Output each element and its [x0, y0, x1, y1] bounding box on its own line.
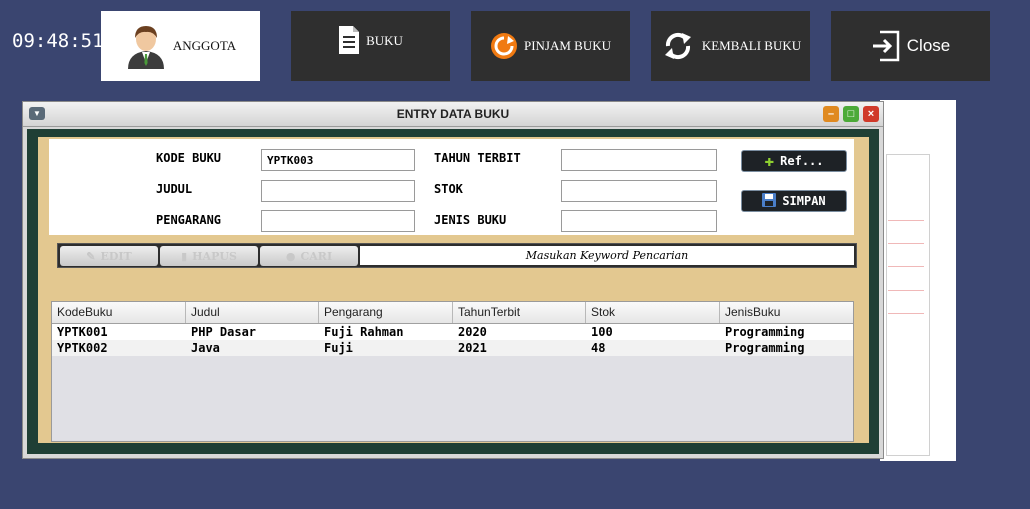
- kode-buku-label: KODE BUKU: [156, 151, 222, 165]
- cari-label: CARI: [300, 249, 333, 263]
- table-cell: Fuji Rahman: [324, 325, 404, 339]
- clock-display: 09:48:51: [12, 30, 104, 52]
- background-frame: [886, 154, 930, 456]
- pengarang-field[interactable]: [261, 210, 415, 232]
- window-titlebar[interactable]: ▼ ENTRY DATA BUKU – □ ×: [23, 102, 883, 127]
- pinjam-buku-button[interactable]: PINJAM BUKU: [471, 11, 630, 81]
- action-toolbar: ✎ EDIT ▮ HAPUS ● CARI Masukan Keyword Pe…: [57, 243, 857, 268]
- ref-label: Ref...: [780, 154, 824, 168]
- table-cell: YPTK002: [57, 341, 108, 355]
- window-close-icon[interactable]: ×: [863, 106, 879, 122]
- exit-door-icon: [871, 29, 901, 63]
- table-cell: 100: [591, 325, 613, 339]
- table-cell: Fuji: [324, 341, 353, 355]
- stok-label: STOK: [434, 182, 463, 196]
- background-line: [888, 220, 924, 221]
- buku-label: BUKU: [366, 33, 403, 48]
- plus-icon: ✚: [764, 151, 775, 170]
- window-title: ENTRY DATA BUKU: [396, 107, 510, 121]
- table-row[interactable]: YPTK001 PHP Dasar Fuji Rahman 2020 100 P…: [52, 324, 853, 340]
- pinjam-label: PINJAM BUKU: [523, 38, 612, 53]
- background-line: [888, 243, 924, 244]
- judul-field[interactable]: [261, 180, 415, 202]
- table-cell: PHP Dasar: [191, 325, 257, 339]
- table-cell: Programming: [725, 341, 805, 355]
- trash-icon: ▮: [181, 249, 188, 263]
- content-frame: KODE BUKU YPTK003 JUDUL PENGARANG TAHUN …: [27, 129, 879, 454]
- judul-label: JUDUL: [156, 182, 193, 196]
- pengarang-label: PENGARANG: [156, 213, 222, 227]
- table-cell: Java: [191, 341, 220, 355]
- anggota-label: ANGGOTA: [172, 38, 237, 53]
- kembali-label: KEMBALI BUKU: [701, 38, 802, 53]
- table-cell: YPTK001: [57, 325, 108, 339]
- sync-arrows-icon: [660, 28, 696, 64]
- table-cell: 2021: [458, 341, 487, 355]
- table-cell: 2020: [458, 325, 487, 339]
- maximize-icon[interactable]: □: [843, 106, 859, 122]
- simpan-button[interactable]: SIMPAN: [741, 190, 847, 212]
- column-header-pengarang[interactable]: Pengarang: [319, 302, 453, 323]
- entry-data-buku-window: ▼ ENTRY DATA BUKU – □ × KODE BUKU YPTK00…: [22, 101, 884, 459]
- column-header-stok[interactable]: Stok: [586, 302, 720, 323]
- tahun-terbit-label: TAHUN TERBIT: [434, 151, 521, 165]
- background-line: [888, 290, 924, 291]
- buku-table: KodeBuku Judul Pengarang TahunTerbit Sto…: [51, 301, 854, 442]
- background-panel: [880, 100, 956, 461]
- column-header-tahunterbit[interactable]: TahunTerbit: [453, 302, 586, 323]
- ref-button[interactable]: ✚ Ref...: [741, 150, 847, 172]
- background-line: [888, 266, 924, 267]
- anggota-button[interactable]: ANGGOTA: [101, 11, 260, 81]
- kembali-buku-button[interactable]: KEMBALI BUKU: [651, 11, 810, 81]
- table-row[interactable]: YPTK002 Java Fuji 2021 48 Programming: [52, 340, 853, 356]
- entry-form: KODE BUKU YPTK003 JUDUL PENGARANG TAHUN …: [49, 139, 854, 235]
- column-header-kodebuku[interactable]: KodeBuku: [52, 302, 186, 323]
- edit-label: EDIT: [100, 249, 132, 263]
- save-disk-icon: [762, 192, 777, 210]
- jenis-buku-label: JENIS BUKU: [434, 213, 507, 227]
- magnifier-icon: ●: [285, 249, 296, 263]
- buku-button[interactable]: BUKU: [291, 11, 450, 81]
- cari-button[interactable]: ● CARI: [260, 246, 358, 266]
- close-label: Close: [906, 36, 951, 55]
- table-header: KodeBuku Judul Pengarang TahunTerbit Sto…: [52, 302, 853, 324]
- hapus-button[interactable]: ▮ HAPUS: [160, 246, 258, 266]
- table-cell: Programming: [725, 325, 805, 339]
- pencil-icon: ✎: [86, 249, 96, 263]
- simpan-label: SIMPAN: [782, 194, 826, 208]
- column-header-jenisbuku[interactable]: JenisBuku: [720, 302, 853, 323]
- tahun-terbit-field[interactable]: [561, 149, 717, 171]
- member-avatar-icon: [125, 23, 167, 69]
- search-input[interactable]: Masukan Keyword Pencarian: [360, 246, 854, 265]
- jenis-buku-field[interactable]: [561, 210, 717, 232]
- close-button[interactable]: Close: [831, 11, 990, 81]
- book-document-icon: [338, 25, 360, 55]
- stok-field[interactable]: [561, 180, 717, 202]
- refresh-orange-icon: [490, 32, 518, 60]
- hapus-label: HAPUS: [192, 249, 237, 263]
- column-header-judul[interactable]: Judul: [186, 302, 319, 323]
- background-line: [888, 313, 924, 314]
- kode-buku-field[interactable]: YPTK003: [261, 149, 415, 171]
- minimize-icon[interactable]: –: [823, 106, 839, 122]
- edit-button[interactable]: ✎ EDIT: [60, 246, 158, 266]
- table-cell: 48: [591, 341, 606, 355]
- form-panel: KODE BUKU YPTK003 JUDUL PENGARANG TAHUN …: [38, 137, 869, 443]
